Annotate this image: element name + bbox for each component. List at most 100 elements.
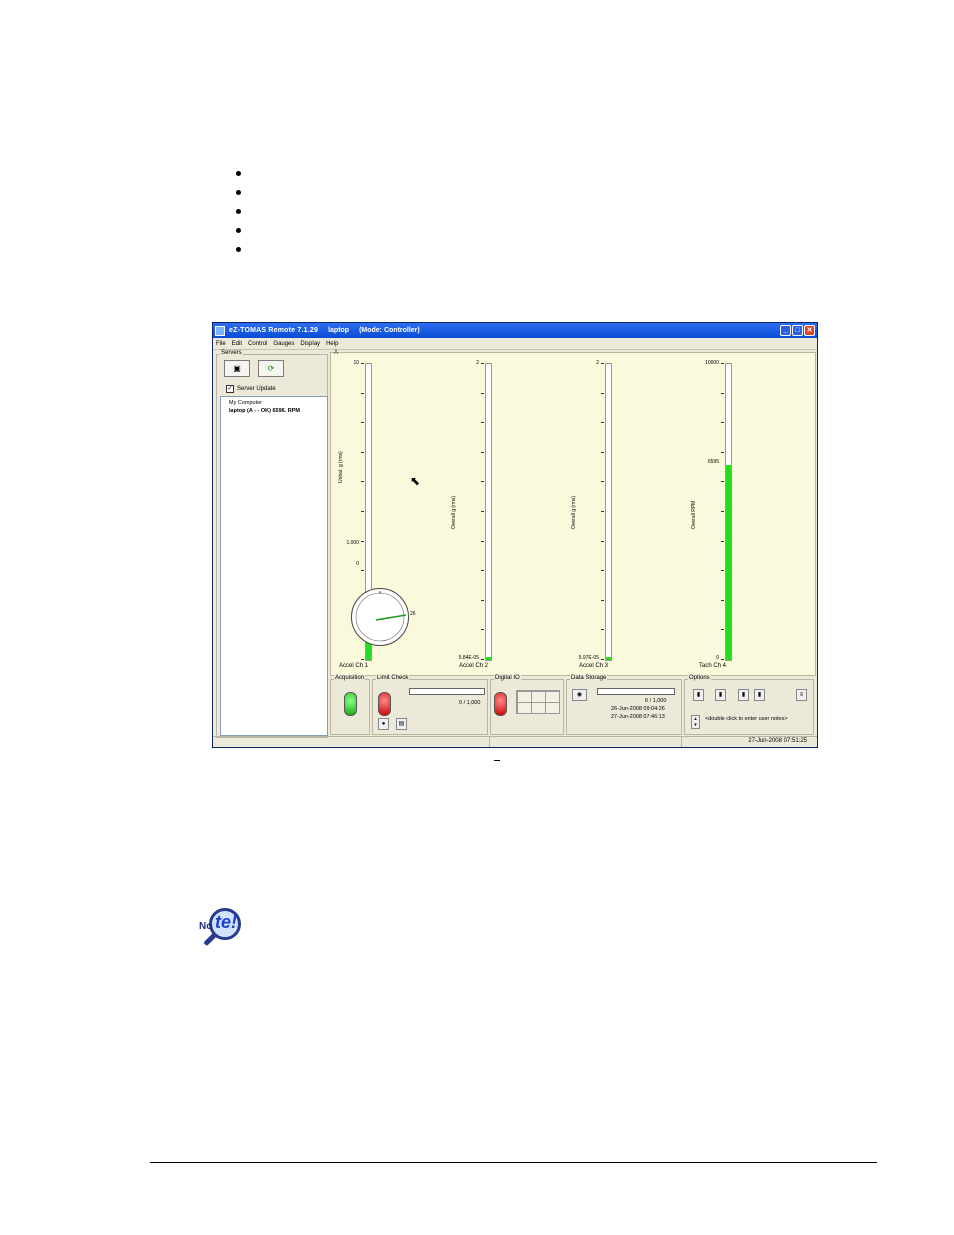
gauge-axis-label: Overall g (rms)	[571, 495, 577, 529]
option-list-icon[interactable]: ≡	[796, 689, 807, 701]
gauge-tick	[361, 422, 364, 424]
digital-io-group: Digital IO	[490, 675, 564, 735]
gauge-panel: A 10 1.000 0 Unbal. g (rms) Accel Ch 1 2 5.84E…	[330, 350, 816, 676]
storage-icon[interactable]: ◉	[572, 689, 587, 701]
server-tree[interactable]: My Computer laptop (A - - OK) 6596. RPM	[220, 396, 328, 736]
gauge-tick	[361, 363, 364, 364]
menu-help[interactable]: Help	[326, 341, 338, 347]
lock-icon[interactable]: ●	[378, 718, 389, 730]
gauge-tick	[481, 599, 484, 601]
gauge-tick	[721, 659, 724, 660]
gauge-mark-label: 1.000	[346, 540, 359, 546]
options-group: Options ▮ ▮ ▮ ▮ ≡ ▴ ▾ <double click to en…	[684, 675, 814, 735]
bullet-4	[236, 228, 241, 233]
gauge-mark-label: 0	[356, 561, 359, 567]
gauge-tick	[601, 629, 604, 631]
digital-io-toggle[interactable]	[494, 692, 507, 716]
app-title: eZ-TOMAS Remote 7.1.29	[229, 327, 319, 334]
gauge-tick	[481, 511, 484, 512]
limit-check-group: Limit Check 0 / 1,000 ● ▤	[372, 675, 488, 735]
digital-io-label: Digital IO	[494, 675, 521, 681]
user-notes[interactable]: <double click to enter user notes>	[705, 716, 788, 722]
panel-label: A	[334, 350, 339, 356]
bullet-2	[236, 190, 241, 195]
server-update-checkbox[interactable]: ✓ Server Update	[226, 385, 276, 393]
gauge-tick	[601, 363, 604, 364]
gauge-tick	[721, 481, 724, 483]
gauge-tick	[601, 540, 604, 542]
gauge-tick	[721, 451, 724, 453]
menu-edit[interactable]: Edit	[232, 341, 242, 347]
digital-io-grid	[516, 690, 560, 714]
gauge-axis-label: Overall RPM	[691, 500, 697, 529]
caption-mark	[494, 760, 500, 761]
note-icon: No te!	[197, 908, 252, 956]
limit-count: 0 / 1,000	[459, 700, 481, 706]
close-button[interactable]: ✕	[804, 325, 815, 336]
phase-dial: 26	[351, 588, 416, 646]
tree-root[interactable]: My Computer	[229, 400, 262, 406]
gauge-bar-2	[485, 363, 492, 661]
gauge-fill-4	[726, 464, 731, 660]
menu-display[interactable]: Display	[300, 341, 320, 347]
limit-check-scale	[409, 688, 485, 695]
refresh-button[interactable]: ⟳	[258, 360, 284, 377]
status-clock: 27-Jun-2008 07:51:25	[748, 738, 807, 744]
gauge-tick	[601, 451, 604, 453]
bullet-3	[236, 209, 241, 214]
tree-item-laptop[interactable]: laptop (A - - OK) 6596. RPM	[229, 408, 300, 414]
gauge-tick	[481, 570, 484, 572]
computer-button[interactable]: ▣	[224, 360, 250, 377]
note-small-text: No	[199, 921, 213, 932]
gauge-tick	[601, 422, 604, 424]
option-gauge-icon-2[interactable]: ▮	[715, 689, 726, 701]
gauge-tick	[601, 570, 604, 572]
gauge-tick	[721, 422, 724, 424]
footer-rule	[150, 1162, 877, 1163]
settings-icon[interactable]: ▤	[396, 718, 407, 730]
gauge-top-label: 2	[476, 360, 479, 366]
option-gauge-icon-1[interactable]: ▮	[693, 689, 704, 701]
servers-panel: Servers ▣ ⟳ ✓ Server Update My Computer …	[216, 350, 328, 738]
gauge-axis-label: Overall g (rms)	[451, 495, 457, 529]
gauge-mark-label: 6595	[707, 459, 719, 465]
gauge-top-label: 10	[353, 360, 359, 366]
gauge-mark-label: 0	[716, 655, 719, 661]
option-gauge-icon-3[interactable]: ▮	[738, 689, 749, 701]
minimize-button[interactable]: _	[780, 325, 791, 336]
mode-label: (Mode: Controller)	[359, 327, 420, 334]
gauge-2: 2 5.84E-05 Overall g (rms) Accel Ch 2	[451, 359, 573, 669]
server-update-label: Server Update	[237, 386, 276, 392]
gauge-tick	[721, 363, 724, 364]
gauge-tick	[481, 629, 484, 631]
limit-check-toggle[interactable]	[378, 692, 391, 716]
gauge-name: Accel Ch 2	[459, 663, 489, 669]
gauge-tick	[481, 422, 484, 424]
limit-check-label: Limit Check	[376, 675, 410, 681]
menu-file[interactable]: File	[216, 341, 226, 347]
maximize-button[interactable]: □	[792, 325, 803, 336]
title-bar: eZ-TOMAS Remote 7.1.29 laptop (Mode: Con…	[213, 323, 817, 338]
refresh-icon: ⟳	[267, 364, 275, 373]
server-name: laptop	[328, 327, 350, 334]
note-big-text: te!	[215, 912, 237, 932]
menu-control[interactable]: Control	[248, 341, 267, 347]
control-strip: Acquisition Limit Check 0 / 1,000 ● ▤ Di…	[330, 675, 814, 737]
gauge-tick	[361, 392, 364, 394]
acquisition-toggle[interactable]	[344, 692, 357, 716]
menu-gauges[interactable]: Gauges	[273, 341, 294, 347]
gauge-name: Accel Ch 1	[339, 663, 369, 669]
gauge-tick	[721, 629, 724, 631]
app-window-screenshot: eZ-TOMAS Remote 7.1.29 laptop (Mode: Con…	[212, 322, 818, 748]
gauge-tick	[601, 659, 604, 660]
option-gauge-icon-4[interactable]: ▮	[754, 689, 765, 701]
storage-scale	[597, 688, 675, 695]
gauge-tick	[601, 481, 604, 483]
notes-spinner[interactable]: ▴ ▾	[691, 715, 700, 729]
gauge-tick	[601, 599, 604, 601]
gauge-3: 2 5.97E-05 Overall g (rms) Accel Ch 3	[571, 359, 693, 669]
dial-label: 26	[410, 611, 416, 617]
gauge-tick	[361, 570, 364, 572]
storage-date-start: 26-Jun-2008 09:04:26	[611, 706, 665, 712]
gauge-name: Accel Ch 3	[579, 663, 609, 669]
